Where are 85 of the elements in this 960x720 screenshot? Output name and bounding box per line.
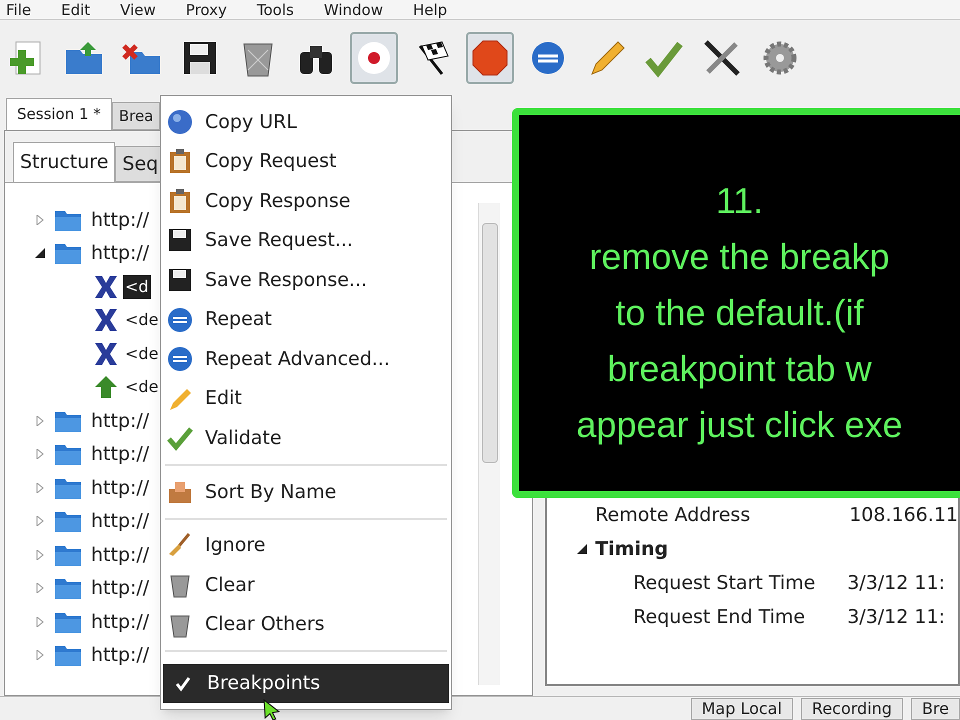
x-icon [93,307,119,334]
tree-item[interactable]: http:// [91,206,150,234]
context-menu-item[interactable]: Copy Response [161,181,451,221]
menu-item[interactable]: File [6,0,32,18]
expand-triangle-icon[interactable] [35,616,45,627]
context-menu-item[interactable]: Copy URL [161,102,451,142]
context-menu-item[interactable]: Repeat [161,300,451,340]
tree-item[interactable]: http:// [91,239,150,268]
context-menu-item[interactable]: Repeat Advanced... [161,339,451,379]
expand-triangle-icon[interactable] [35,583,45,594]
folder-icon [55,510,81,532]
mouse-cursor-icon [262,699,282,720]
expand-triangle-icon[interactable] [35,650,45,660]
status-button[interactable]: Recording [800,698,903,720]
tree-item[interactable]: http:// [91,507,150,536]
clipboard-icon [167,188,193,214]
collapse-triangle-icon[interactable] [35,248,45,258]
menu-item[interactable]: Help [412,0,448,18]
tree-item[interactable]: http:// [91,406,150,435]
tree-item[interactable]: <de [123,375,160,400]
context-menu-item[interactable]: Clear Others [161,604,451,644]
context-menu-item[interactable]: Validate [161,418,451,458]
checkmark-icon [167,425,193,452]
expand-triangle-icon[interactable] [35,214,45,225]
tree-item[interactable]: <d [123,274,151,299]
context-menu-item[interactable]: Ignore [161,526,451,566]
menu-item[interactable]: Proxy [186,0,227,18]
expand-triangle-icon[interactable] [35,416,45,426]
x-icon [93,340,119,367]
note-text: appear just click exe [576,403,903,447]
folder-icon [55,242,81,264]
note-text: 11. [716,179,764,223]
tree-item[interactable]: http:// [91,540,150,569]
context-menu-item[interactable]: Sort By Name [161,472,451,512]
scrollbar[interactable] [478,203,500,685]
broom-icon [167,532,193,558]
detail-label: Request Start Time [633,570,816,596]
globe-icon [167,108,193,135]
folder-icon [55,443,81,466]
status-button[interactable]: Map Local [690,698,793,720]
expand-triangle-icon[interactable] [35,482,45,493]
note-text: breakpoint tab w [607,347,872,391]
detail-label: Request End Time [633,604,806,630]
expand-triangle-icon[interactable] [35,516,45,526]
tree-item[interactable]: <de [123,308,160,332]
context-menu-item[interactable]: Save Request... [161,220,451,260]
detail-label: Remote Address [594,502,752,528]
menu-item[interactable]: Window [324,0,383,18]
tree-item[interactable]: http:// [91,641,150,670]
up-arrow-icon [93,374,119,400]
menu-item[interactable]: Edit [61,0,90,18]
collapse-triangle-icon[interactable] [577,544,588,554]
context-menu-item[interactable]: Clear [161,565,451,605]
x-icon [93,274,119,300]
menu-item[interactable]: Tools [256,0,294,18]
detail-value: 3/3/12 11: [847,570,945,596]
stop-sign-icon [470,38,510,78]
status-button[interactable]: Bre [910,698,960,720]
folder-icon [55,208,81,231]
tree-item[interactable]: http:// [91,474,150,502]
tree-item[interactable]: http:// [91,608,150,636]
menu-item[interactable]: View [120,0,156,18]
session-tab[interactable]: Brea [112,102,160,130]
context-menu-item[interactable]: Breakpoints [163,664,449,704]
detail-value: 108.166.11 [849,502,958,528]
session-tab[interactable]: Session 1 * [6,98,112,130]
context-menu-item[interactable]: Edit [161,378,451,418]
tree-item[interactable]: http:// [91,440,150,468]
folder-icon [55,577,81,600]
note-text: to the default.(if [615,291,864,335]
detail-value: 3/3/12 11: [847,604,945,630]
folder-icon [55,644,81,666]
tree-item[interactable]: <de [123,342,160,366]
note-text: remove the breakp [589,235,890,279]
view-tab[interactable]: Structure [13,142,116,182]
folder-icon [55,610,81,633]
clipboard-icon [167,148,193,174]
expand-triangle-icon[interactable] [35,550,45,560]
context-menu-item[interactable]: Save Response... [161,260,451,300]
folder-icon [55,410,81,432]
tree-item[interactable]: http:// [91,574,150,602]
folder-icon [55,544,81,566]
expand-triangle-icon[interactable] [35,449,45,460]
folder-icon [55,476,81,499]
detail-label: Timing [594,536,670,562]
